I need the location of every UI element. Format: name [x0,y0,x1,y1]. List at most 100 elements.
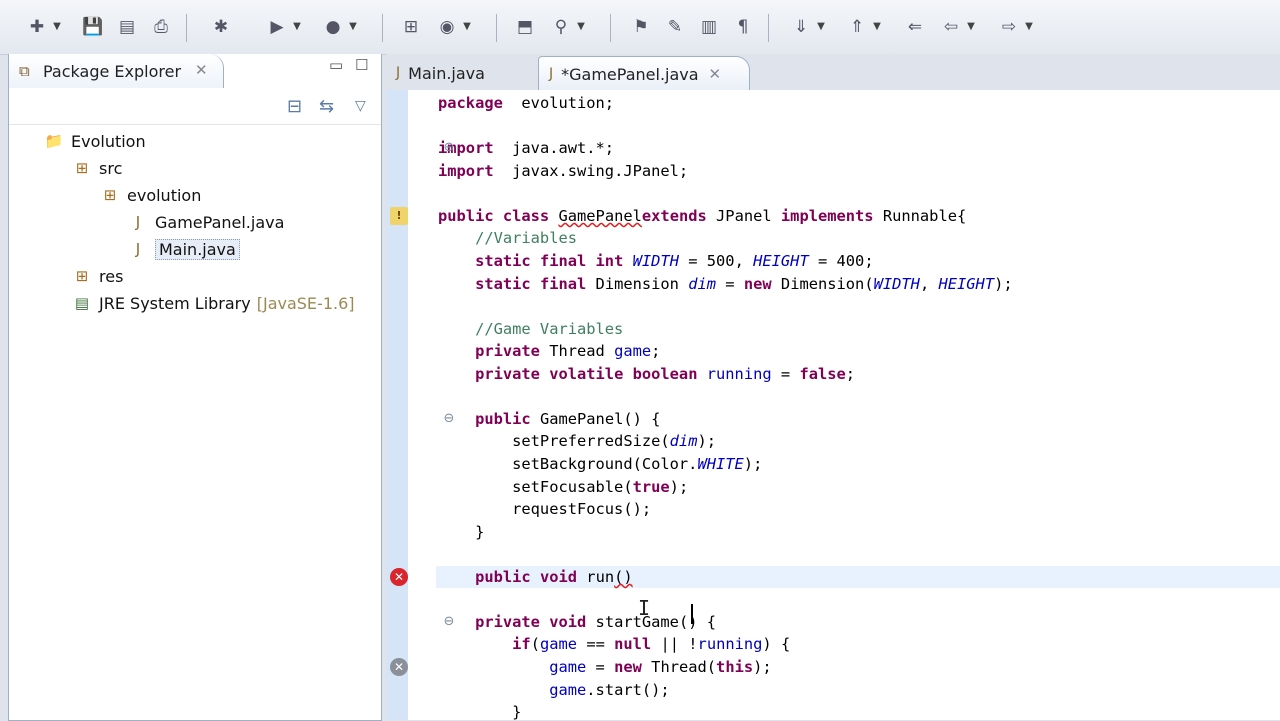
code-token: ); [994,275,1013,293]
code-line[interactable]: requestFocus(); [438,498,651,520]
back-icon[interactable]: ⇦ [940,16,962,38]
code-line[interactable]: private Thread game; [438,340,660,362]
tree-item[interactable]: ⊞ src [71,156,123,180]
library-version-label: [JavaSE-1.6] [256,293,355,313]
code-token: evolution; [502,94,615,112]
dropdown-arrow-icon[interactable]: ▼ [1024,16,1034,38]
code-line[interactable]: setBackground(Color.WHITE); [438,453,762,475]
folder-icon: ⊞ [75,267,89,285]
tree-item-label: src [99,158,123,178]
warning-marker-icon[interactable]: ! [390,207,408,225]
minimize-icon[interactable]: ▭ [329,56,343,74]
previous-annotation-icon[interactable]: ⇑ [846,16,868,38]
last-edit-location-icon[interactable]: ⇐ [904,16,926,38]
dropdown-arrow-icon[interactable]: ▼ [872,16,882,38]
block-selection-icon[interactable]: ▥ [698,16,720,38]
collapse-all-icon[interactable]: ⊟ [287,96,302,117]
fold-toggle-icon[interactable]: ⊖ [442,412,456,426]
error-marker-icon[interactable]: ✕ [390,568,408,586]
code-line[interactable]: static final Dimension dim = new Dimensi… [438,273,1013,295]
tree-item[interactable]: 📁 Evolution [43,129,146,153]
fold-toggle-icon[interactable]: ⊖ [442,615,456,629]
editor-tabbar: J Main.java J *GamePanel.java ✕ [386,54,1280,91]
maximize-icon[interactable]: ☐ [355,56,368,74]
external-tools-icon[interactable]: ● [322,16,344,38]
code-token: == [577,635,615,653]
open-type-icon[interactable]: ⬒ [514,16,536,38]
code-line[interactable]: game = new Thread(this); [438,656,771,678]
code-line[interactable]: private volatile boolean running = false… [438,363,855,385]
close-icon[interactable]: ✕ [195,61,208,79]
code-line[interactable]: //Variables [438,227,577,249]
code-line[interactable]: //Game Variables [438,318,623,340]
save-icon[interactable]: 💾 [82,16,104,38]
code-token: WIDTH [632,252,679,270]
code-token: setFocusable( [438,478,633,496]
dropdown-arrow-icon[interactable]: ▼ [292,16,302,38]
code-token: ) { [762,635,791,653]
new-java-class-icon[interactable]: ◉ [436,16,458,38]
dropdown-arrow-icon[interactable]: ▼ [52,16,62,38]
dropdown-arrow-icon[interactable]: ▼ [462,16,472,38]
code-line[interactable]: } [438,521,484,543]
code-area[interactable]: package evolution; import java.awt.*; impo… [408,90,1280,720]
code-line[interactable]: setFocusable(true); [438,476,688,498]
tree-item[interactable]: J Main.java [127,237,240,261]
new-wizard-icon[interactable]: ✚ [26,16,48,38]
code-token: public class [438,207,550,225]
forward-icon[interactable]: ⇨ [998,16,1020,38]
tree-item[interactable]: ▤ JRE System Library [JavaSE-1.6] [71,291,355,315]
run-icon[interactable]: ▶ [266,16,288,38]
code-token: private volatile boolean [475,365,698,383]
mouse-cursor-ibeam-icon: I [638,596,651,620]
code-line[interactable]: private void startGame() { [438,611,716,633]
code-token: } [438,523,485,541]
new-java-package-icon[interactable]: ⊞ [400,16,422,38]
editor-tab-label: *GamePanel.java [561,64,699,84]
close-icon[interactable]: ✕ [709,65,722,83]
code-token: WHITE [697,455,744,473]
code-line[interactable]: static final int WIDTH = 500, HEIGHT = 4… [438,250,874,272]
save-all-icon[interactable]: ▤ [116,16,138,38]
mark-occurrences-icon[interactable]: ✎ [664,16,686,38]
tree-item[interactable]: ⊞ evolution [99,183,202,207]
code-line[interactable]: import java.awt.*; [438,137,614,159]
tree-item-label: GamePanel.java [155,212,285,232]
dropdown-arrow-icon[interactable]: ▼ [966,16,976,38]
editor-tab[interactable]: J Main.java [386,56,526,90]
next-annotation-icon[interactable]: ⇓ [790,16,812,38]
dropdown-arrow-icon[interactable]: ▼ [576,16,586,38]
debug-icon[interactable]: ✱ [210,16,232,38]
code-token: dim [669,432,698,450]
code-token: = 400; [808,252,874,270]
code-token: requestFocus(); [438,500,652,518]
dropdown-arrow-icon[interactable]: ▼ [816,16,826,38]
error-marker-icon[interactable]: ✕ [390,658,408,676]
code-line[interactable]: package evolution; [438,92,614,114]
view-menu-icon[interactable]: ▽ [355,98,366,114]
code-line[interactable]: if(game == null || !running) { [438,633,790,655]
link-with-editor-icon[interactable]: ⇆ [319,96,334,117]
print-icon[interactable]: ⎙ [150,16,172,38]
tree-item-label: Main.java [155,238,240,260]
code-token: ); [743,455,763,473]
tree-item[interactable]: ⊞ res [71,264,124,288]
code-line[interactable]: game.start(); [438,679,669,701]
search-icon[interactable]: ⚲ [550,16,572,38]
tree-item[interactable]: J GamePanel.java [127,210,285,234]
code-line[interactable]: public void run() [436,566,1280,588]
code-line[interactable]: import javax.swing.JPanel; [438,160,688,182]
code-line[interactable]: setPreferredSize(dim); [438,430,716,452]
editor-tab[interactable]: J *GamePanel.java ✕ [538,56,750,91]
show-whitespace-icon[interactable]: ¶ [732,16,754,38]
code-line[interactable]: } [438,701,521,720]
tab-package-explorer[interactable]: ⧉ Package Explorer ✕ [9,54,224,88]
fold-toggle-icon[interactable]: ⊖ [442,141,456,155]
toggle-breadcrumb-icon[interactable]: ⚑ [630,16,652,38]
dropdown-arrow-icon[interactable]: ▼ [348,16,358,38]
code-token: ; [651,342,661,360]
code-line[interactable]: public GamePanel() { [438,408,660,430]
code-line[interactable]: public class GamePanelextends JPanel imp… [438,205,966,227]
